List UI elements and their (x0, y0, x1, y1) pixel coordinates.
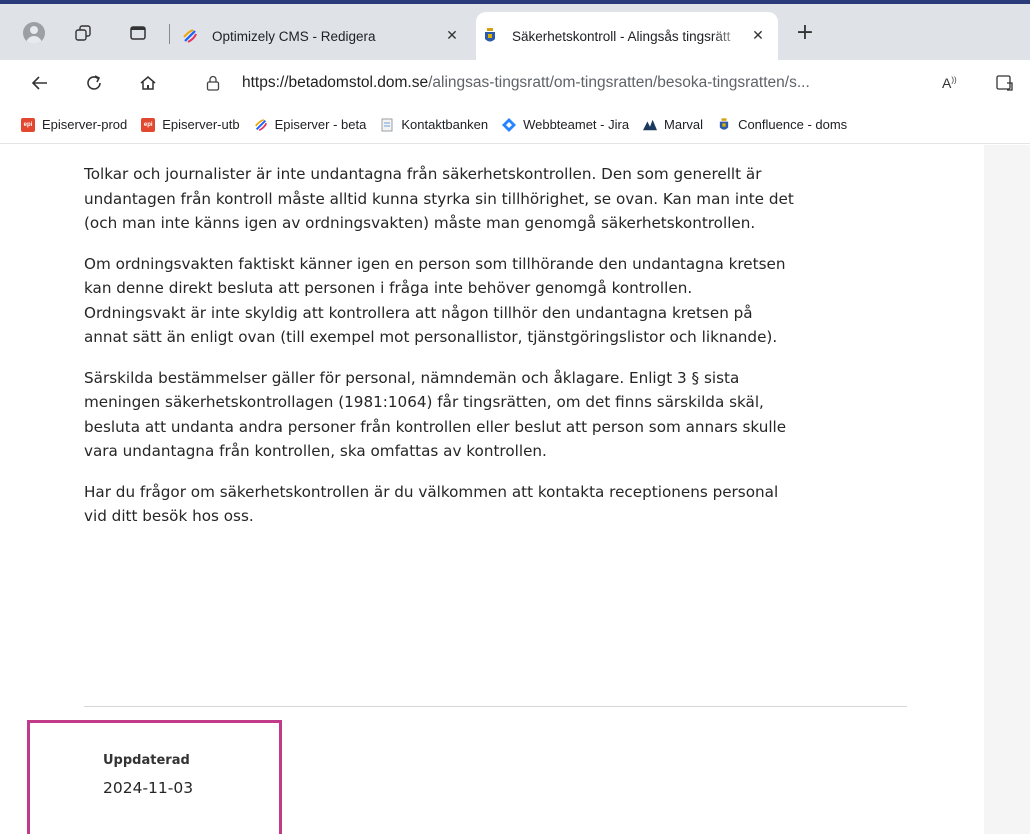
updated-date: 2024-11-03 (103, 779, 194, 797)
paragraph: Tolkar och journalister är inte undantag… (84, 165, 794, 232)
close-tab-icon[interactable]: ✕ (442, 28, 462, 44)
back-arrow-icon[interactable] (26, 69, 54, 97)
tab-actions-icon[interactable] (127, 22, 149, 44)
read-aloud-icon[interactable]: A)) (942, 75, 957, 91)
refresh-icon[interactable] (80, 69, 108, 97)
tab-optimizely[interactable]: Optimizely CMS - Redigera ✕ (176, 12, 472, 60)
bookmark-label: Marval (664, 117, 704, 132)
new-tab-button[interactable]: + (793, 20, 817, 45)
paragraph: Om ordningsvakten faktiskt känner igen e… (84, 254, 786, 347)
tab-strip: Optimizely CMS - Redigera ✕ Säkerhetskon… (0, 4, 1030, 60)
marval-icon (643, 118, 658, 132)
url-host: https://betadomstol.dom.se (242, 74, 429, 91)
bookmarks-bar: epi Episerver-prod epi Episerver-utb Epi… (0, 106, 1030, 144)
bookmark-episerver-prod[interactable]: epi Episerver-prod (21, 117, 127, 132)
home-icon[interactable] (134, 69, 162, 97)
episerver-icon: epi (21, 117, 35, 132)
updated-highlight-box: Uppdaterad 2024-11-03 (27, 720, 282, 834)
episerver-icon: epi (141, 117, 156, 132)
crest-icon (717, 117, 731, 132)
bookmark-marval[interactable]: Marval (643, 117, 703, 132)
paragraph: Särskilda bestämmelser gäller för person… (84, 368, 787, 461)
workspaces-icon[interactable] (72, 22, 94, 44)
bookmark-label: Episerver-utb (162, 117, 240, 132)
bookmark-episerver-beta[interactable]: Episerver - beta (254, 117, 367, 132)
url-path: /alingsas-tingsratt/om-tingsratten/besok… (428, 74, 810, 91)
document-icon (380, 118, 394, 132)
jira-icon (502, 117, 517, 132)
navigation-bar: https://betadomstol.dom.se/alingsas-ting… (0, 60, 1030, 106)
bookmark-label: Confluence - doms (738, 117, 848, 132)
page-content: Tolkar och journalister är inte undantag… (0, 145, 1030, 834)
bookmark-episerver-utb[interactable]: epi Episerver-utb (141, 117, 240, 132)
updated-label: Uppdaterad (103, 753, 190, 768)
bookmark-kontaktbanken[interactable]: Kontaktbanken (380, 117, 488, 132)
bookmark-label: Webbteamet - Jira (523, 117, 630, 132)
url-text: https://betadomstol.dom.se/alingsas-ting… (242, 74, 810, 92)
optimizely-icon (254, 118, 268, 132)
optimizely-icon (182, 28, 198, 44)
bookmark-label: Episerver-prod (42, 117, 128, 132)
bookmark-label: Kontaktbanken (401, 117, 489, 132)
tab-sakerhetskontroll[interactable]: Säkerhetskontroll - Alingsås tingsrätt ✕ (476, 12, 778, 60)
immersive-reader-icon[interactable] (996, 74, 1014, 96)
content-divider (84, 706, 907, 707)
profile-avatar-icon[interactable] (23, 22, 45, 44)
tab-title: Säkerhetskontroll - Alingsås tingsrätt (512, 28, 731, 44)
bookmark-webbteamet-jira[interactable]: Webbteamet - Jira (502, 117, 629, 132)
address-bar[interactable]: https://betadomstol.dom.se/alingsas-ting… (192, 66, 942, 100)
lock-icon[interactable] (206, 75, 222, 91)
bookmark-confluence[interactable]: Confluence - doms (717, 117, 847, 132)
close-tab-icon[interactable]: ✕ (748, 28, 768, 44)
bookmark-label: Episerver - beta (274, 117, 367, 132)
page-right-gutter (984, 145, 1030, 834)
article-body: Tolkar och journalister är inte undantag… (84, 162, 794, 545)
tab-title: Optimizely CMS - Redigera (212, 28, 376, 44)
paragraph: Har du frågor om säkerhetskontrollen är … (84, 482, 779, 526)
crest-icon (482, 28, 498, 44)
tab-separator (169, 24, 170, 44)
